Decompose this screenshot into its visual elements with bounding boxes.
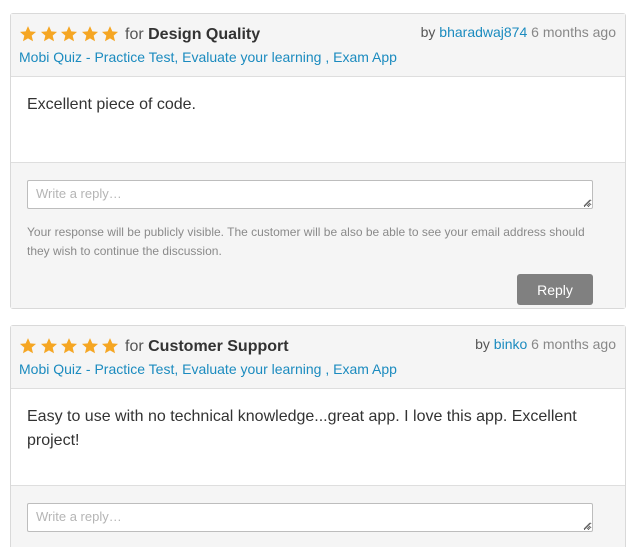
reply-input-wrap <box>27 180 593 209</box>
reply-button[interactable]: Reply <box>517 274 593 305</box>
star-icon <box>101 337 122 355</box>
review-header: for Design Quality by bharadwaj874 6 mon… <box>11 14 625 77</box>
star-icon <box>40 337 61 355</box>
author-link[interactable]: binko <box>494 336 527 352</box>
reply-form <box>11 486 625 547</box>
review-text: Easy to use with no technical knowledge.… <box>11 389 625 486</box>
review-card: for Design Quality by bharadwaj874 6 mon… <box>10 13 626 309</box>
star-icon <box>60 25 81 43</box>
category-name: Customer Support <box>148 338 289 355</box>
reply-input-wrap <box>27 503 593 532</box>
review-author: by binko 6 months ago <box>475 336 616 352</box>
star-icon <box>19 25 40 43</box>
star-rating <box>19 337 122 355</box>
for-label: for <box>125 338 144 355</box>
review-time: 6 months ago <box>531 24 616 40</box>
review-text: Excellent piece of code. <box>11 77 625 163</box>
star-icon <box>60 337 81 355</box>
author-link[interactable]: bharadwaj874 <box>439 24 527 40</box>
review-time: 6 months ago <box>531 336 616 352</box>
item-link[interactable]: Mobi Quiz - Practice Test, Evaluate your… <box>19 361 397 377</box>
reply-form: Your response will be publicly visible. … <box>11 163 625 308</box>
category-name: Design Quality <box>148 26 261 43</box>
star-icon <box>19 337 40 355</box>
star-icon <box>40 25 61 43</box>
review-category: for Design Quality <box>125 26 260 44</box>
reply-input[interactable] <box>27 503 593 532</box>
review-author: by bharadwaj874 6 months ago <box>421 24 616 40</box>
by-label: by <box>420 24 436 40</box>
star-icon <box>81 25 102 43</box>
item-link[interactable]: Mobi Quiz - Practice Test, Evaluate your… <box>19 49 397 65</box>
star-rating <box>19 25 122 43</box>
star-icon <box>81 337 102 355</box>
review-header: for Customer Support by binko 6 months a… <box>11 326 625 389</box>
visibility-notice: Your response will be publicly visible. … <box>27 225 585 258</box>
review-card: for Customer Support by binko 6 months a… <box>10 325 626 547</box>
for-label: for <box>125 26 144 43</box>
by-label: by <box>475 336 490 352</box>
review-category: for Customer Support <box>125 338 289 356</box>
reply-input[interactable] <box>27 180 593 209</box>
star-icon <box>101 25 122 43</box>
